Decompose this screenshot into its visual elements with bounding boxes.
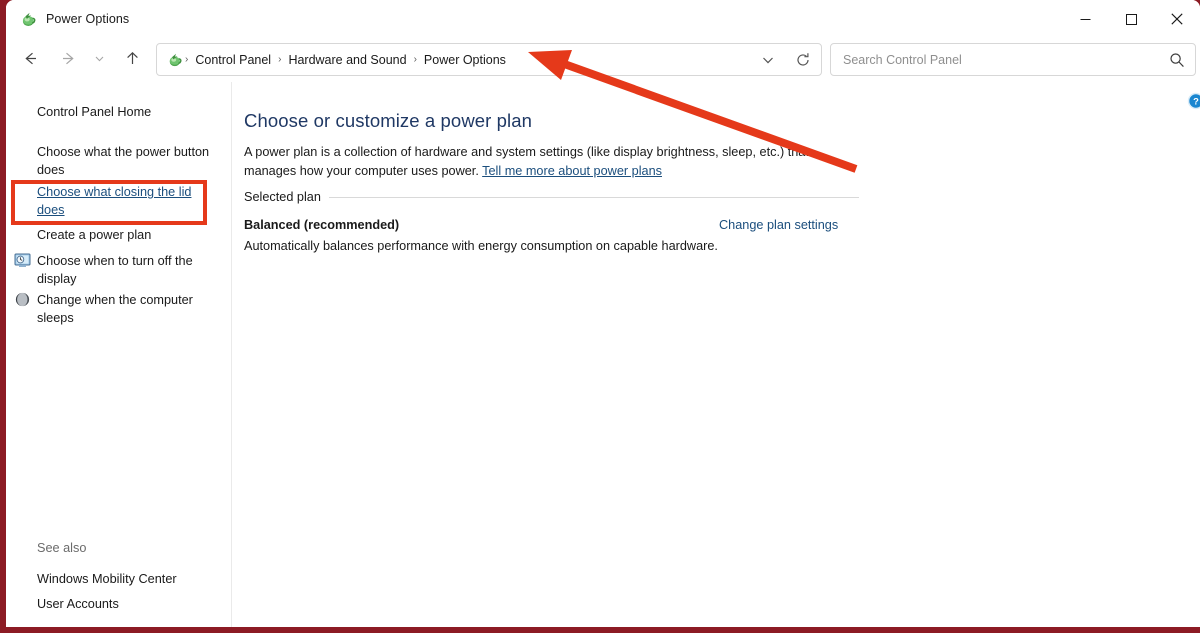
close-button[interactable]: [1154, 0, 1200, 38]
sidebar: Control Panel Home Choose what the power…: [6, 82, 232, 627]
title-bar: Power Options: [6, 0, 1200, 38]
breadcrumb-separator: ›: [185, 54, 189, 65]
navigation-bar: › Control Panel › Hardware and Sound › P…: [6, 38, 1200, 82]
plan-name: Balanced (recommended): [244, 218, 400, 232]
minimize-icon: [1080, 18, 1090, 20]
tell-me-more-about-power-plans-link[interactable]: Tell me more about power plans: [482, 164, 662, 178]
arrow-right-icon: [62, 52, 74, 64]
selected-plan-label: Selected plan: [244, 190, 321, 204]
breadcrumb-item-power-options[interactable]: Power Options: [419, 50, 511, 70]
sidebar-item-choose-what-closing-the-lid-does[interactable]: Choose what closing the lid does: [37, 183, 207, 219]
maximize-icon: [1125, 13, 1137, 25]
plan-description: Automatically balances performance with …: [244, 239, 718, 253]
power-options-window: Power Options › Control Panel › Hardware…: [6, 0, 1200, 627]
selected-plan-section: Selected plan: [244, 190, 859, 204]
maximize-button[interactable]: [1108, 0, 1154, 38]
power-plan-icon: [167, 52, 183, 68]
help-button[interactable]: ?: [1187, 92, 1200, 110]
close-icon: [1171, 13, 1183, 25]
title-bar-left: Power Options: [6, 11, 129, 28]
display-clock-icon: [14, 252, 31, 269]
sidebar-item-create-a-power-plan[interactable]: Create a power plan: [37, 226, 217, 244]
power-plan-icon: [20, 11, 37, 28]
search-input[interactable]: [831, 52, 1159, 67]
forward-button[interactable]: [52, 42, 84, 74]
breadcrumb-separator: ›: [413, 54, 417, 65]
address-dropdown-button[interactable]: [751, 44, 785, 75]
search-button[interactable]: [1159, 44, 1195, 75]
chevron-down-icon: [763, 57, 773, 63]
svg-text:?: ?: [1193, 96, 1199, 107]
back-button[interactable]: [14, 42, 46, 74]
change-plan-settings-link[interactable]: Change plan settings: [719, 218, 838, 232]
sidebar-item-user-accounts[interactable]: User Accounts: [37, 595, 222, 613]
breadcrumb-item-hardware-and-sound[interactable]: Hardware and Sound: [283, 50, 411, 70]
refresh-button[interactable]: [785, 44, 821, 75]
breadcrumb-separator: ›: [278, 54, 282, 65]
sidebar-item-choose-what-power-button-does[interactable]: Choose what the power button does: [37, 143, 223, 179]
sidebar-item-windows-mobility-center[interactable]: Windows Mobility Center: [37, 570, 222, 588]
chevron-down-icon: [95, 56, 103, 61]
address-bar[interactable]: › Control Panel › Hardware and Sound › P…: [156, 43, 822, 76]
see-also-label: See also: [37, 541, 87, 555]
page-description: A power plan is a collection of hardware…: [244, 143, 864, 181]
minimize-button[interactable]: [1062, 0, 1108, 38]
window-title: Power Options: [46, 12, 130, 26]
section-divider: [328, 196, 859, 198]
sidebar-item-control-panel-home[interactable]: Control Panel Home: [37, 103, 217, 121]
arrow-up-icon: [126, 51, 138, 64]
window-controls: [1062, 0, 1200, 38]
search-box[interactable]: [830, 43, 1196, 76]
arrow-left-icon: [24, 52, 36, 64]
search-icon: [1170, 52, 1184, 67]
sidebar-item-choose-when-to-turn-off-the-display[interactable]: Choose when to turn off the display: [37, 252, 212, 288]
sidebar-item-change-when-the-computer-sleeps[interactable]: Change when the computer sleeps: [37, 291, 212, 327]
refresh-icon: [797, 52, 809, 66]
up-button[interactable]: [116, 42, 148, 74]
breadcrumb: › Control Panel › Hardware and Sound › P…: [157, 50, 751, 70]
page-title: Choose or customize a power plan: [244, 110, 533, 131]
content-area: Control Panel Home Choose what the power…: [6, 82, 1200, 627]
recent-locations-button[interactable]: [86, 42, 112, 74]
main-pane: Choose or customize a power plan A power…: [232, 82, 1200, 627]
help-circle-icon: ?: [1187, 92, 1200, 110]
moon-icon: [14, 291, 31, 308]
breadcrumb-item-control-panel[interactable]: Control Panel: [190, 50, 276, 70]
